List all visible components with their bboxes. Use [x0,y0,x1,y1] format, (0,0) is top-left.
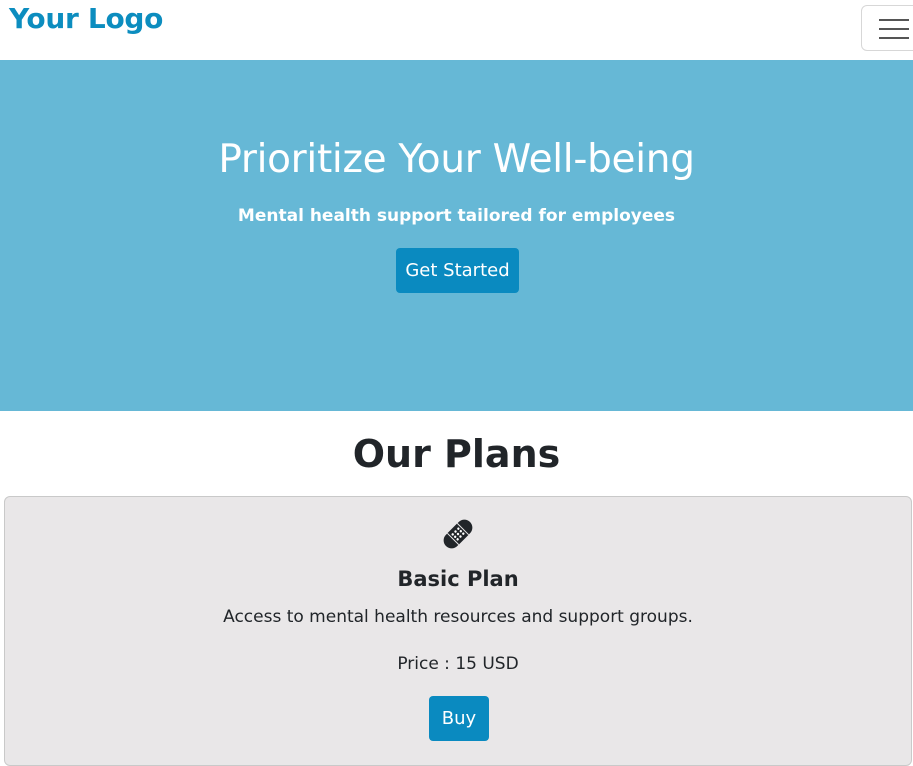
get-started-button[interactable]: Get Started [396,248,519,293]
logo[interactable]: Your Logo [9,2,163,35]
plan-price: Price : 15 USD [397,654,519,674]
plan-description: Access to mental health resources and su… [223,607,693,627]
hero-title: Prioritize Your Well-being [218,137,695,182]
buy-button[interactable]: Buy [429,696,489,741]
navbar: Your Logo [0,0,913,60]
hero-subtitle: Mental health support tailored for emplo… [237,206,676,226]
hero-section: Prioritize Your Well-being Mental health… [0,60,913,411]
bandage-icon [443,519,473,549]
plan-name: Basic Plan [397,567,519,591]
plan-card: Basic Plan Access to mental health resou… [4,496,912,766]
menu-toggle-button[interactable] [861,5,913,51]
plans-title: Our Plans [352,432,561,476]
